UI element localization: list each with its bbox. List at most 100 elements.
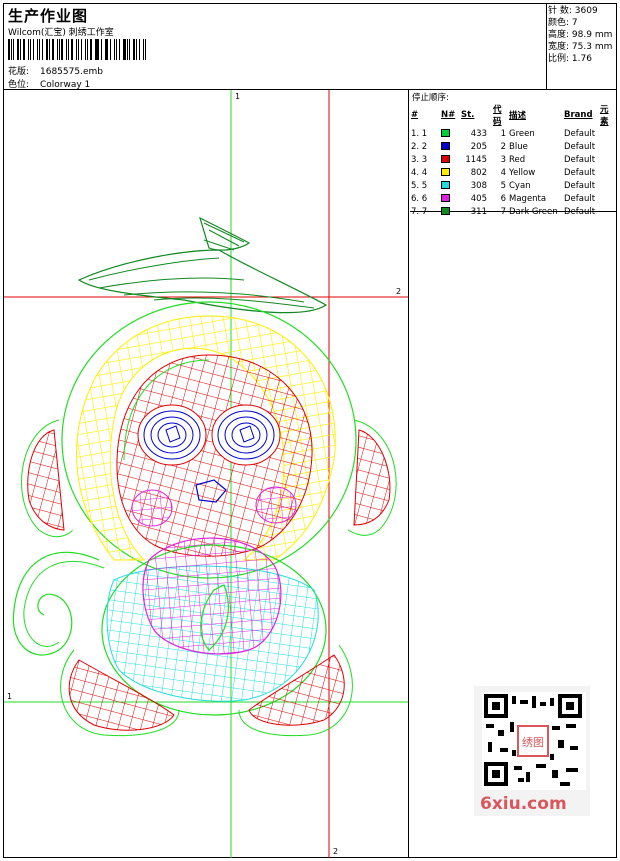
color-description: Yellow bbox=[509, 167, 536, 178]
left-ear bbox=[21, 419, 73, 538]
color-code: 2 bbox=[500, 141, 506, 152]
color-code: 3 bbox=[500, 154, 506, 165]
barcode-bar bbox=[133, 39, 135, 60]
color-swatch bbox=[441, 155, 450, 163]
barcode-bar bbox=[22, 39, 26, 60]
color-swatch-cell bbox=[441, 205, 461, 218]
col-description: 描述 bbox=[509, 111, 527, 121]
color-element bbox=[600, 127, 616, 140]
barcode-bar bbox=[45, 39, 49, 60]
right-cheek bbox=[255, 486, 297, 524]
color-element bbox=[600, 153, 616, 166]
color-brand: Default bbox=[564, 180, 596, 191]
axis-mark-left: 1 bbox=[7, 692, 12, 701]
colorway-label: 色位: bbox=[8, 80, 30, 90]
barcode-bar bbox=[77, 39, 79, 60]
row-number: 6. 6 bbox=[411, 193, 428, 204]
axis-mark-right: 2 bbox=[396, 287, 401, 296]
barcode-bar bbox=[113, 39, 115, 60]
barcode-bar bbox=[94, 39, 96, 60]
qr-center-label: 绣图 bbox=[522, 736, 544, 749]
barcode-bar bbox=[135, 39, 137, 60]
barcode-bar bbox=[129, 39, 131, 60]
left-eye bbox=[137, 404, 207, 466]
barcode-bar bbox=[85, 39, 87, 60]
right-ear bbox=[347, 419, 397, 536]
barcode-bar bbox=[28, 39, 29, 60]
barcode-bar bbox=[123, 39, 126, 60]
barcode-bar bbox=[110, 39, 111, 60]
color-swatch-cell bbox=[441, 140, 461, 153]
monkey-head bbox=[61, 301, 357, 579]
axis-mark-top: 1 bbox=[235, 92, 240, 101]
pattern-label: 花版: bbox=[8, 67, 30, 77]
stitch-count: 308 bbox=[470, 180, 487, 191]
page-title: 生产作业图 bbox=[8, 7, 89, 25]
color-row: 3. 3 1145 3 Red Default bbox=[411, 153, 616, 166]
color-swatch bbox=[441, 129, 450, 137]
monkey-embroidery-drawing: 1 2 1 2 bbox=[4, 90, 408, 858]
color-description: Cyan bbox=[509, 180, 531, 191]
stats-panel: 针 数: 3609 颜色: 7 高度: 98.9 mm 宽度: 75.3 mm … bbox=[548, 5, 616, 65]
color-row: 4. 4 802 4 Yellow Default bbox=[411, 166, 616, 179]
color-code: 4 bbox=[500, 167, 506, 178]
stitch-count: 405 bbox=[470, 193, 487, 204]
color-brand: Default bbox=[564, 167, 596, 178]
color-row: 1. 1 433 1 Green Default bbox=[411, 127, 616, 140]
company-name: Wilcom(汇宝) 刺绣工作室 bbox=[8, 28, 114, 38]
axis-mark-bottom: 2 bbox=[333, 847, 338, 856]
row-number: 2. 2 bbox=[411, 141, 428, 152]
barcode-bar bbox=[37, 39, 39, 60]
color-brand: Default bbox=[564, 154, 596, 165]
color-element bbox=[600, 205, 616, 218]
colorway-value: Colorway 1 bbox=[40, 80, 91, 90]
production-sheet: 生产作业图 Wilcom(汇宝) 刺绣工作室 花版: 1685575.emb 色位… bbox=[3, 3, 617, 858]
left-cheek bbox=[131, 489, 173, 527]
stitch-count: 311 bbox=[470, 206, 487, 217]
color-swatch bbox=[441, 194, 450, 202]
col-element: 元素 bbox=[600, 105, 609, 127]
barcode-bar bbox=[61, 39, 63, 60]
color-description: Red bbox=[509, 154, 526, 165]
pattern-value: 1685575.emb bbox=[40, 67, 103, 77]
barcode-bar bbox=[39, 39, 41, 60]
colorway-line: 色位: Colorway 1 bbox=[8, 77, 90, 90]
barcode-bar bbox=[29, 39, 31, 60]
color-code: 1 bbox=[500, 128, 506, 139]
color-element bbox=[600, 140, 616, 153]
color-row: 5. 5 308 5 Cyan Default bbox=[411, 179, 616, 192]
barcode-bar bbox=[10, 39, 12, 60]
barcode bbox=[8, 39, 148, 60]
stat-scale: 比例: 1.76 bbox=[548, 54, 592, 64]
barcode-bar bbox=[138, 39, 141, 60]
row-number: 1. 1 bbox=[411, 128, 428, 139]
stat-height: 高度: 98.9 mm bbox=[548, 30, 613, 40]
right-eye bbox=[211, 404, 281, 466]
row-number: 5. 5 bbox=[411, 180, 428, 191]
barcode-bar bbox=[70, 39, 74, 60]
barcode-bar bbox=[143, 39, 145, 60]
stitch-count: 802 bbox=[470, 167, 487, 178]
barcode-bar bbox=[67, 39, 69, 60]
color-swatch-cell bbox=[441, 153, 461, 166]
barcode-bar bbox=[13, 39, 15, 60]
color-description: Green bbox=[509, 128, 535, 139]
barcode-bar bbox=[65, 39, 67, 60]
barcode-bar bbox=[19, 39, 21, 60]
color-brand: Default bbox=[564, 206, 596, 217]
col-stitches: St. bbox=[461, 110, 475, 120]
barcode-bar bbox=[52, 39, 54, 60]
barcode-bar bbox=[104, 39, 106, 60]
color-table: # N# St. 代码 描述 Brand 元素 1. 1 433 1 Green Def… bbox=[411, 103, 616, 218]
qr-code-image: 绣图 bbox=[482, 692, 586, 790]
color-swatch-cell bbox=[441, 127, 461, 140]
color-swatch bbox=[441, 168, 450, 176]
color-swatch bbox=[441, 142, 450, 150]
color-swatch-cell bbox=[441, 192, 461, 205]
barcode-bar bbox=[8, 39, 10, 60]
col-number: # bbox=[411, 110, 419, 120]
row-number: 7. 7 bbox=[411, 206, 428, 217]
barcode-bar bbox=[17, 39, 19, 60]
header-info: 生产作业图 Wilcom(汇宝) 刺绣工作室 花版: 1685575.emb 色位… bbox=[4, 4, 547, 90]
color-stop-legend: 停止顺序: # N# St. 代码 描述 Brand 元素 1. 1 433 1 Gr… bbox=[410, 90, 616, 217]
